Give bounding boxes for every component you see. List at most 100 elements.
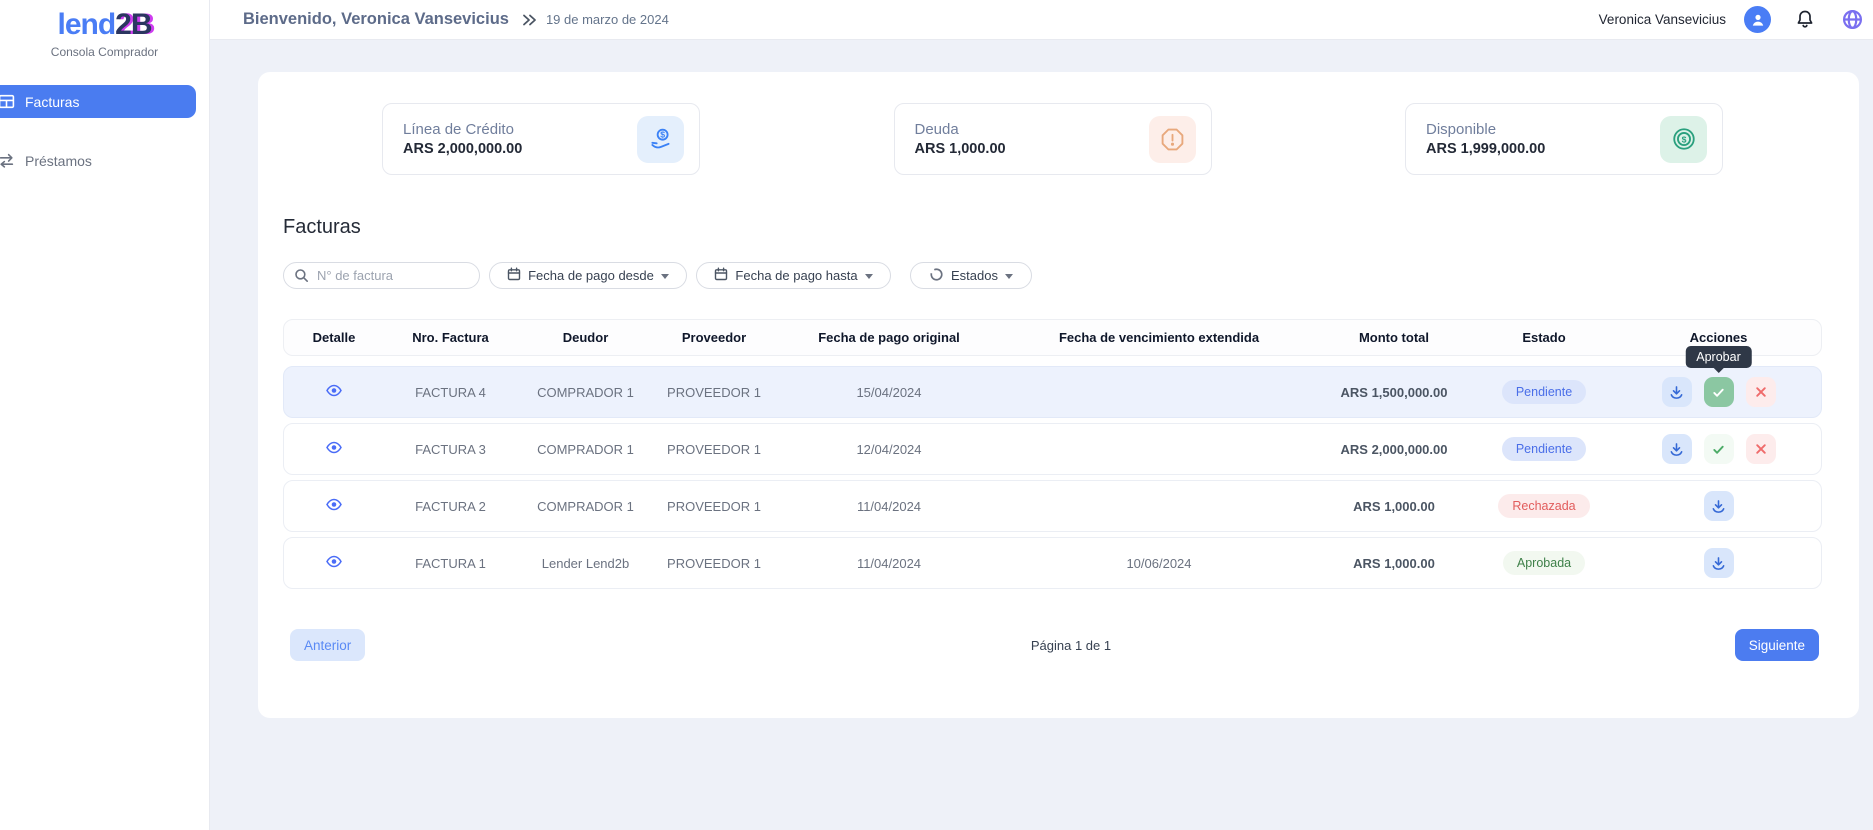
svg-text:$: $: [1681, 134, 1686, 144]
column-header: Monto total: [1314, 330, 1474, 345]
stat-card-deuda: Deuda ARS 1,000.00: [894, 103, 1212, 175]
cell-fecha-pago: 11/04/2024: [774, 556, 1004, 571]
view-detail-button[interactable]: [326, 498, 342, 511]
stat-label: Disponible: [1426, 121, 1660, 138]
download-button[interactable]: [1662, 377, 1692, 407]
previous-page-button[interactable]: Anterior: [290, 629, 365, 661]
cell-proveedor: PROVEEDOR 1: [654, 385, 774, 400]
filter-label: Estados: [951, 268, 998, 283]
column-header: Estado: [1474, 330, 1614, 345]
stat-card-disponible: Disponible ARS 1,999,000.00 $: [1405, 103, 1723, 175]
welcome-title: Bienvenido, Veronica Vansevicius: [243, 10, 509, 29]
approve-tooltip: Aprobar: [1685, 346, 1751, 368]
reject-button[interactable]: [1746, 434, 1776, 464]
column-header: Detalle: [284, 330, 384, 345]
search-icon: [294, 268, 309, 288]
pagination: Anterior Página 1 de 1 Siguiente: [258, 629, 1859, 661]
cell-deudor: Lender Lend2b: [517, 556, 654, 571]
status-badge: Pendiente: [1502, 380, 1586, 404]
filter-label: Fecha de pago hasta: [735, 268, 857, 283]
cell-factura: FACTURA 3: [384, 442, 517, 457]
cell-monto: ARS 1,000.00: [1314, 556, 1474, 571]
filter-date-from[interactable]: Fecha de pago desde: [489, 262, 687, 289]
filter-label: Fecha de pago desde: [528, 268, 654, 283]
view-detail-button[interactable]: [326, 441, 342, 454]
status-badge: Rechazada: [1498, 494, 1589, 518]
filters-bar: Fecha de pago desde Fecha de pago hasta …: [283, 262, 1859, 289]
stat-label: Deuda: [915, 121, 1149, 138]
table-row: FACTURA 4 COMPRADOR 1 PROVEEDOR 1 15/04/…: [283, 366, 1822, 418]
cell-proveedor: PROVEEDOR 1: [654, 556, 774, 571]
download-button[interactable]: [1704, 548, 1734, 578]
main-panel: Línea de Crédito ARS 2,000,000.00 $ Deud…: [258, 72, 1859, 718]
sidebar-item-label: Préstamos: [25, 153, 92, 169]
topbar-right: Veronica Vansevicius: [1599, 6, 1873, 33]
cell-deudor: COMPRADOR 1: [517, 385, 654, 400]
avatar[interactable]: [1744, 6, 1771, 33]
sidebar-nav: Facturas Préstamos: [0, 85, 209, 177]
user-name: Veronica Vansevicius: [1599, 12, 1726, 27]
stat-value: ARS 1,999,000.00: [1426, 141, 1660, 157]
cell-deudor: COMPRADOR 1: [517, 499, 654, 514]
chevron-down-icon: [865, 274, 873, 279]
notifications-bell-icon[interactable]: [1795, 9, 1815, 30]
brand-subtitle: Consola Comprador: [0, 45, 209, 59]
status-badge: Aprobada: [1503, 551, 1585, 575]
svg-text:$: $: [660, 130, 665, 140]
page-info: Página 1 de 1: [1031, 638, 1111, 653]
approve-button[interactable]: [1704, 434, 1734, 464]
cell-factura: FACTURA 4: [384, 385, 517, 400]
reject-button[interactable]: [1746, 377, 1776, 407]
status-badge: Pendiente: [1502, 437, 1586, 461]
approve-button[interactable]: Aprobar: [1704, 377, 1734, 407]
table-row: FACTURA 2 COMPRADOR 1 PROVEEDOR 1 11/04/…: [283, 480, 1822, 532]
column-header: Acciones: [1614, 330, 1823, 345]
stat-value: ARS 1,000.00: [915, 141, 1149, 157]
table-row: FACTURA 1 Lender Lend2b PROVEEDOR 1 11/0…: [283, 537, 1822, 589]
search-input[interactable]: [283, 262, 480, 289]
cell-fecha-pago: 15/04/2024: [774, 385, 1004, 400]
cell-fecha-vencimiento: 10/06/2024: [1004, 556, 1314, 571]
header-date: 19 de marzo de 2024: [546, 12, 669, 27]
sidebar-item-prestamos[interactable]: Préstamos: [0, 144, 196, 177]
column-header: Deudor: [517, 330, 654, 345]
brand-name-lead: lend: [57, 8, 115, 41]
brand-name: lend2B: [0, 8, 209, 42]
status-circle-icon: [929, 267, 944, 285]
filter-estados[interactable]: Estados: [910, 262, 1032, 289]
brand-logo: lend2B Consola Comprador: [0, 0, 209, 59]
hand-coin-icon: $: [637, 116, 684, 163]
column-header: Fecha de vencimiento extendida: [1004, 330, 1314, 345]
table-header: Detalle Nro. Factura Deudor Proveedor Fe…: [283, 319, 1822, 356]
cell-factura: FACTURA 1: [384, 556, 517, 571]
sidebar-item-label: Facturas: [25, 94, 79, 110]
stats-row: Línea de Crédito ARS 2,000,000.00 $ Deud…: [258, 72, 1859, 175]
globe-language-icon[interactable]: [1842, 9, 1863, 30]
cell-monto: ARS 1,000.00: [1314, 499, 1474, 514]
next-page-button[interactable]: Siguiente: [1735, 629, 1819, 661]
view-detail-button[interactable]: [326, 555, 342, 568]
facturas-table: Detalle Nro. Factura Deudor Proveedor Fe…: [283, 319, 1822, 589]
filter-date-to[interactable]: Fecha de pago hasta: [696, 262, 891, 289]
app-root: lend2B Consola Comprador Facturas Présta…: [0, 0, 1873, 830]
column-header: Nro. Factura: [384, 330, 517, 345]
sidebar-item-facturas[interactable]: Facturas: [0, 85, 196, 118]
double-chevron-icon: [521, 13, 538, 27]
table-row: FACTURA 3 COMPRADOR 1 PROVEEDOR 1 12/04/…: [283, 423, 1822, 475]
cell-proveedor: PROVEEDOR 1: [654, 499, 774, 514]
brand-name-tail: 2B: [115, 8, 151, 41]
view-detail-button[interactable]: [326, 384, 342, 397]
transfer-arrows-icon: [0, 152, 15, 169]
topbar: Bienvenido, Veronica Vansevicius 19 de m…: [210, 0, 1873, 40]
calendar-icon: [714, 267, 728, 284]
stat-label: Línea de Crédito: [403, 121, 637, 138]
download-button[interactable]: [1662, 434, 1692, 464]
column-header: Fecha de pago original: [774, 330, 1004, 345]
alert-octagon-icon: [1149, 116, 1196, 163]
download-button[interactable]: [1704, 491, 1734, 521]
invoice-table-icon: [0, 93, 15, 110]
coins-icon: $: [1660, 116, 1707, 163]
stat-card-linea-credito: Línea de Crédito ARS 2,000,000.00 $: [382, 103, 700, 175]
cell-proveedor: PROVEEDOR 1: [654, 442, 774, 457]
cell-factura: FACTURA 2: [384, 499, 517, 514]
